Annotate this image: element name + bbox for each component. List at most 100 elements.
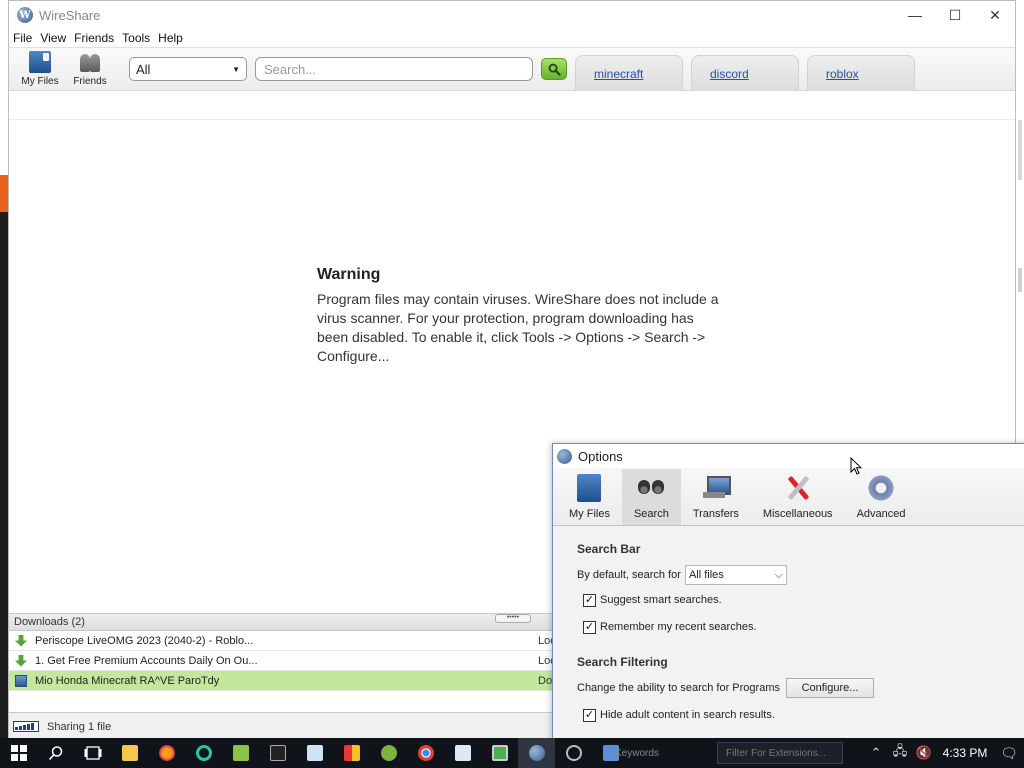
opera-taskbar-icon[interactable] — [185, 738, 222, 768]
default-search-row: By default, search for All files ⌵ — [577, 564, 1024, 586]
configure-button[interactable]: Configure... — [786, 678, 874, 698]
search-tab-minecraft[interactable]: minecraft — [575, 55, 683, 91]
tab-search[interactable]: Search — [621, 469, 681, 525]
tab-my-files[interactable]: My Files — [557, 469, 622, 525]
chevron-down-icon: ⌵ — [774, 568, 783, 581]
default-search-label: By default, search for — [577, 569, 681, 581]
window-title: WireShare — [39, 7, 101, 23]
menu-tools[interactable]: Tools — [122, 31, 150, 45]
tab-label: Search — [633, 508, 669, 520]
options-title: Options — [578, 448, 623, 464]
warning-message: Program files may contain viruses. WireS… — [317, 291, 719, 364]
friends-label: Friends — [73, 76, 107, 87]
options-tab-bar: My Files Search Transfers Miscellaneous … — [553, 468, 1024, 526]
program-file-icon — [15, 674, 27, 687]
tab-advanced[interactable]: Advanced — [845, 468, 918, 525]
search-filtering-section-title: Search Filtering — [577, 655, 668, 669]
transfers-icon — [701, 474, 731, 502]
menu-help[interactable]: Help — [158, 31, 183, 45]
wireshare-logo-icon: W — [17, 7, 33, 23]
system-tray: ⌃ 🖧 🔇 4:33 PM 🗨 — [864, 738, 1024, 768]
minimize-button[interactable]: — — [895, 1, 935, 29]
search-bar-section-title: Search Bar — [577, 542, 641, 556]
search-tab-roblox[interactable]: roblox — [807, 55, 915, 91]
mouse-cursor-icon — [850, 457, 862, 475]
download-arrow-icon — [15, 654, 27, 667]
sharing-status[interactable]: Sharing 1 file — [47, 721, 111, 733]
default-search-value: All files — [688, 569, 724, 581]
volume-muted-icon[interactable]: 🔇 — [912, 745, 936, 761]
tab-label: My Files — [569, 508, 610, 520]
hide-adult-checkbox[interactable]: ✓ — [583, 708, 596, 722]
category-selected: All — [136, 61, 151, 77]
desktop-background-right — [1016, 0, 1024, 445]
programs-row: Change the ability to search for Program… — [577, 677, 1024, 699]
my-files-label: My Files — [21, 76, 59, 87]
menu-friends[interactable]: Friends — [74, 31, 114, 45]
file-explorer-taskbar-icon[interactable] — [111, 738, 148, 768]
search-tab-discord[interactable]: discord — [691, 55, 799, 91]
panel-resize-handle[interactable]: ••••• — [495, 614, 531, 623]
search-icon — [48, 746, 62, 761]
category-dropdown[interactable]: All ▼ — [129, 57, 247, 81]
monitor-app-taskbar-icon[interactable] — [481, 738, 518, 768]
tab-label: Transfers — [692, 508, 739, 520]
remember-searches-row: ✓ Remember my recent searches. — [577, 616, 1024, 638]
remember-searches-checkbox[interactable]: ✓ — [583, 620, 596, 634]
clock-app-taskbar-icon[interactable] — [555, 738, 592, 768]
notes-taskbar-icon[interactable] — [444, 738, 481, 768]
search-tab-label[interactable]: discord — [710, 67, 749, 81]
firefox-taskbar-icon[interactable] — [148, 738, 185, 768]
windows-logo-icon — [10, 745, 27, 761]
tools-icon — [783, 474, 813, 502]
maximize-button[interactable]: ☐ — [935, 1, 975, 29]
remember-searches-label[interactable]: Remember my recent searches. — [600, 621, 757, 633]
binoculars-icon — [636, 474, 666, 502]
friends-button[interactable]: Friends — [65, 49, 115, 89]
command-prompt-taskbar-icon[interactable] — [259, 738, 296, 768]
my-files-icon — [29, 51, 51, 73]
menu-view[interactable]: View — [40, 31, 66, 45]
tab-label: Advanced — [856, 508, 906, 520]
search-tab-label[interactable]: roblox — [826, 67, 859, 81]
tab-transfers[interactable]: Transfers — [681, 469, 751, 525]
close-button[interactable]: ✕ — [975, 1, 1015, 29]
taskbar-search-button[interactable] — [37, 738, 74, 768]
search-tab-label[interactable]: minecraft — [594, 67, 643, 81]
tab-label: Miscellaneous — [762, 508, 833, 520]
default-search-dropdown[interactable]: All files ⌵ — [684, 565, 787, 585]
download-arrow-icon — [15, 634, 27, 647]
menu-file[interactable]: File — [13, 31, 32, 45]
connection-strength-icon[interactable] — [13, 721, 39, 732]
start-button[interactable] — [0, 738, 37, 768]
search-icon — [548, 63, 561, 76]
hide-adult-label[interactable]: Hide adult content in search results. — [600, 709, 775, 721]
my-files-button[interactable]: My Files — [15, 49, 65, 89]
notepad-taskbar-icon[interactable] — [222, 738, 259, 768]
chrome-taskbar-icon[interactable] — [407, 738, 444, 768]
desktop-background-left — [0, 0, 8, 740]
toolbar: My Files Friends All ▼ minecraft discord… — [9, 47, 1015, 91]
wireshare-taskbar-icon[interactable] — [518, 738, 555, 768]
program-warning: Warning Program files may contain viruse… — [317, 266, 727, 366]
suggest-smart-label[interactable]: Suggest smart searches. — [600, 594, 722, 606]
grid-app-taskbar-icon[interactable] — [333, 738, 370, 768]
tab-miscellaneous[interactable]: Miscellaneous — [751, 469, 845, 525]
menu-bar: File View Friends Tools Help — [9, 29, 1015, 47]
taskbar-clock[interactable]: 4:33 PM — [936, 746, 994, 760]
filter-extensions-box[interactable]: Filter For Extensions... — [717, 742, 843, 764]
search-button[interactable] — [541, 58, 567, 80]
document-taskbar-icon[interactable] — [296, 738, 333, 768]
action-center-icon[interactable]: 🗨 — [994, 745, 1024, 762]
suggest-smart-checkbox[interactable]: ✓ — [583, 593, 596, 607]
title-bar[interactable]: W WireShare — ☐ ✕ — [9, 1, 1015, 29]
options-title-bar[interactable]: Options — [553, 444, 1024, 468]
task-view-button[interactable] — [74, 738, 111, 768]
green-app-taskbar-icon[interactable] — [370, 738, 407, 768]
download-name: Mio Honda Minecraft RA^VE ParoTdy — [35, 674, 220, 687]
gear-icon — [866, 468, 897, 508]
downloads-title: Downloads (2) — [14, 616, 85, 628]
search-input[interactable] — [255, 57, 533, 81]
chevron-up-icon[interactable]: ⌃ — [864, 745, 888, 761]
network-icon[interactable]: 🖧 — [888, 742, 912, 764]
